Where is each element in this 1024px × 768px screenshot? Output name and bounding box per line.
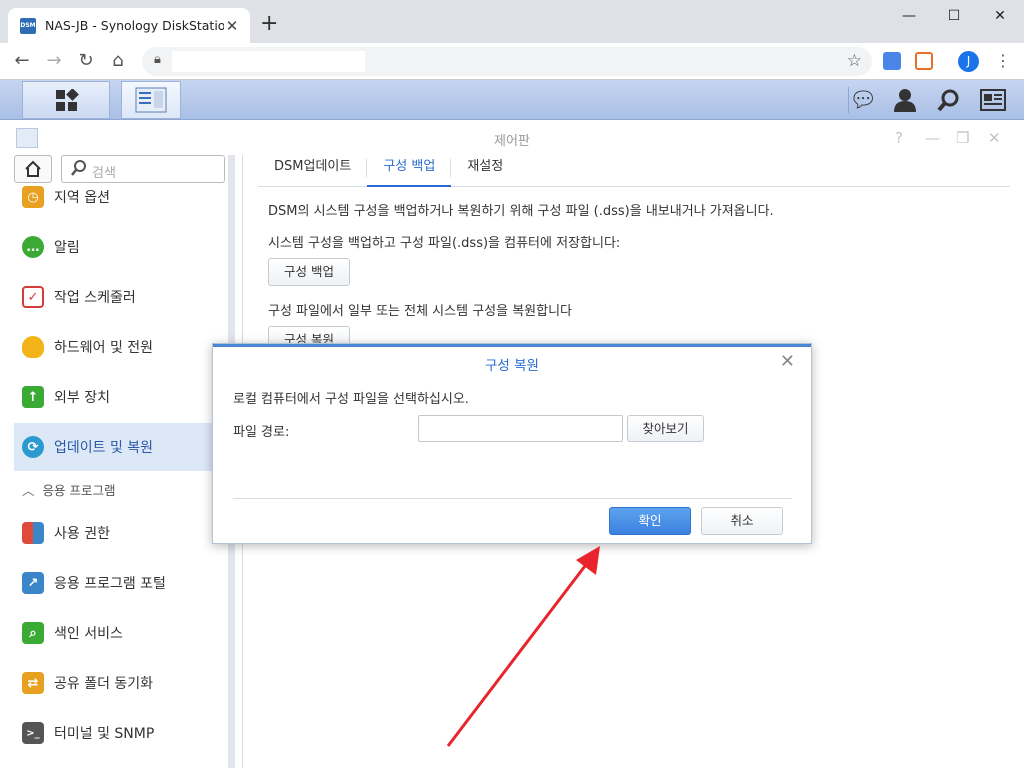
file-path-input[interactable] [418, 415, 623, 442]
sidebar-item-label: 사용 권한 [54, 526, 110, 542]
url-field[interactable] [172, 51, 365, 72]
dialog-title: 구성 복원 [485, 358, 539, 374]
application-portal-icon: ↗ [22, 572, 44, 594]
config-backup-button[interactable]: 구성 백업 [268, 258, 350, 286]
browse-button[interactable]: 찾아보기 [627, 415, 704, 442]
sidebar-item-label: 작업 스케줄러 [54, 290, 136, 306]
cancel-button[interactable]: 취소 [701, 507, 783, 535]
sidebar-item-indexing-service[interactable]: ⌕ 색인 서비스 [14, 609, 214, 657]
home-icon[interactable]: ⌂ [106, 49, 130, 73]
control-panel-header: 제어판 ? — ❐ ✕ [0, 121, 1024, 155]
update-restore-icon: ⟳ [22, 436, 44, 458]
window-maximize-button[interactable]: ☐ [931, 4, 977, 28]
dialog-separator [233, 498, 792, 499]
ok-button[interactable]: 확인 [609, 507, 691, 535]
sidebar-item-privileges[interactable]: 사용 권한 [14, 509, 214, 557]
browser-tab-strip: DSM NAS-JB - Synology DiskStation ✕ + — … [0, 0, 1024, 43]
restore-icon[interactable]: ❐ [956, 129, 969, 147]
sidebar-item-label: 알림 [54, 240, 80, 256]
dialog-close-icon[interactable]: ✕ [780, 351, 795, 372]
restore-config-dialog: 구성 복원 ✕ 로컬 컴퓨터에서 구성 파일을 선택하십시오. 파일 경로: 찾… [212, 343, 812, 544]
sidebar-item-external-devices[interactable]: ↑ 외부 장치 [14, 373, 214, 421]
terminal-snmp-icon: >_ [22, 722, 44, 744]
tab-close-icon[interactable]: ✕ [224, 17, 240, 35]
control-panel-icon [135, 87, 167, 113]
window-minimize-button[interactable]: — [886, 4, 932, 28]
profile-avatar[interactable]: J [958, 51, 979, 72]
forward-arrow-icon[interactable]: → [42, 49, 66, 73]
sidebar: 검색 ◷ 지역 옵션 … 알림 ✓ 작업 스케줄러 하드웨어 및 전원 ↑ 외부… [0, 155, 228, 768]
chevron-up-icon: ︿ [22, 483, 35, 498]
window-title: 제어판 [494, 134, 530, 149]
tab-config-backup[interactable]: 구성 백업 [367, 155, 452, 187]
regional-options-icon: ◷ [22, 186, 44, 208]
sidebar-item-label: 지역 옵션 [54, 190, 110, 206]
dialog-message: 로컬 컴퓨터에서 구성 파일을 선택하십시오. [233, 392, 469, 407]
sidebar-item-hardware-power[interactable]: 하드웨어 및 전원 [14, 323, 214, 371]
main-menu-button[interactable] [22, 81, 110, 119]
bookmark-star-icon[interactable]: ☆ [847, 51, 862, 71]
browser-tab[interactable]: DSM NAS-JB - Synology DiskStation ✕ [8, 8, 250, 43]
back-arrow-icon[interactable]: ← [10, 49, 34, 73]
browser-menu-icon[interactable]: ⋮ [995, 50, 1011, 72]
sidebar-item-notification[interactable]: … 알림 [14, 223, 214, 271]
sidebar-item-task-scheduler[interactable]: ✓ 작업 스케줄러 [14, 273, 214, 321]
sidebar-item-label: 응용 프로그램 포털 [54, 576, 166, 592]
config-backup-description: DSM의 시스템 구성을 백업하거나 복원하기 위해 구성 파일 (.dss)을… [268, 204, 774, 219]
tab-dsm-update[interactable]: DSM업데이트 [258, 155, 368, 186]
task-scheduler-icon: ✓ [22, 286, 44, 308]
widgets-icon[interactable] [980, 89, 1006, 111]
indexing-service-icon: ⌕ [22, 622, 44, 644]
sidebar-item-application-portal[interactable]: ↗ 응용 프로그램 포털 [14, 559, 214, 607]
main-menu-icon [56, 89, 79, 111]
chat-icon[interactable]: 💬︎ [849, 88, 877, 113]
sidebar-item-update-restore[interactable]: ⟳ 업데이트 및 복원 [14, 423, 214, 471]
browser-toolbar: ← → ↻ ⌂ 🔒︎ ☆ [0, 43, 1024, 80]
restore-instructions: 구성 파일에서 일부 또는 전체 시스템 구성을 복원합니다 [268, 304, 573, 319]
file-path-label: 파일 경로: [233, 425, 290, 440]
user-icon[interactable] [893, 88, 917, 112]
extension-lock-icon[interactable] [915, 52, 933, 70]
tab-bar: DSM업데이트 구성 백업 재설정 [258, 155, 1010, 187]
privileges-icon [22, 522, 44, 544]
sidebar-item-shared-folder-sync[interactable]: ⇄ 공유 폴더 동기화 [14, 659, 214, 707]
section-header-applications[interactable]: ︿ 응용 프로그램 [22, 480, 116, 499]
lock-icon: 🔒︎ [154, 52, 161, 67]
backup-instructions: 시스템 구성을 백업하고 구성 파일(.dss)을 컴퓨터에 저장합니다: [268, 236, 621, 251]
section-header-label: 응용 프로그램 [42, 483, 116, 498]
tab-reset[interactable]: 재설정 [451, 155, 519, 186]
sidebar-item-terminal-snmp[interactable]: >_ 터미널 및 SNMP [14, 709, 214, 757]
address-bar[interactable]: 🔒︎ ☆ [142, 47, 872, 76]
external-devices-icon: ↑ [22, 386, 44, 408]
minimize-icon[interactable]: — [925, 129, 940, 147]
extension-check-icon[interactable] [883, 52, 901, 70]
sidebar-item-regional-options[interactable]: ◷ 지역 옵션 [14, 173, 214, 221]
shared-folder-sync-icon: ⇄ [22, 672, 44, 694]
help-icon[interactable]: ? [895, 129, 903, 147]
close-icon[interactable]: ✕ [988, 129, 1001, 147]
window-close-button[interactable]: ✕ [977, 4, 1023, 28]
sidebar-item-label: 하드웨어 및 전원 [54, 340, 154, 356]
dsm-taskbar: 💬︎ [0, 80, 1024, 120]
dialog-accent-bar [213, 344, 811, 347]
sidebar-item-label: 색인 서비스 [54, 626, 123, 642]
search-icon[interactable] [937, 88, 961, 112]
dsm-favicon-icon: DSM [20, 17, 36, 34]
sidebar-item-label: 외부 장치 [54, 390, 110, 406]
notification-icon: … [22, 236, 44, 258]
tab-title: NAS-JB - Synology DiskStation [45, 18, 224, 33]
control-panel-taskbar-button[interactable] [121, 81, 181, 119]
sidebar-item-label: 업데이트 및 복원 [54, 440, 154, 456]
hardware-power-icon [22, 336, 44, 358]
sidebar-item-label: 공유 폴더 동기화 [54, 676, 154, 692]
new-tab-button[interactable]: + [260, 13, 278, 35]
sidebar-item-label: 터미널 및 SNMP [54, 726, 155, 742]
reload-icon[interactable]: ↻ [74, 49, 98, 73]
